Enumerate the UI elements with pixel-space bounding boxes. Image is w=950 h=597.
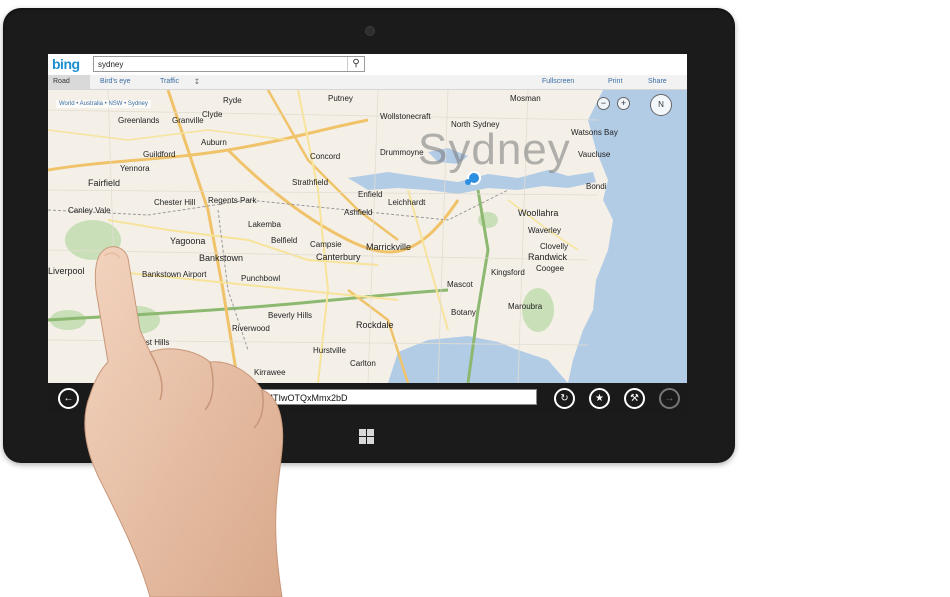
map-place: Liverpool <box>48 266 85 276</box>
map-place: Kingsford <box>491 268 525 277</box>
map-place: Clyde <box>202 110 223 119</box>
search-value: sydney <box>98 60 124 69</box>
map-place: Coogee <box>536 264 565 273</box>
map-place: Campsie <box>310 240 342 249</box>
search-icon[interactable]: ⚲ <box>347 57 364 71</box>
share-button[interactable]: Share <box>648 78 667 85</box>
map-place: Vaucluse <box>578 150 611 159</box>
breadcrumb[interactable]: World • Australia • NSW • Sydney <box>56 100 151 108</box>
bing-logo[interactable]: bing <box>52 56 80 72</box>
birds-eye-button[interactable]: Bird's eye <box>100 78 131 85</box>
map-place: Yennora <box>120 164 150 173</box>
address-url: RM=Z9LH2#Y3A9NDcuNjgwNTAwfi0xMjIuMTIwOTQ… <box>95 393 348 403</box>
map-place: Carlton <box>350 359 376 368</box>
map-place: Hurstville <box>313 346 346 355</box>
map-place: Woollahra <box>518 208 559 218</box>
print-button[interactable]: Print <box>608 78 622 85</box>
map-place: Riverwood <box>232 324 270 333</box>
map-place: Maroubra <box>508 302 543 311</box>
compass-icon[interactable]: N <box>650 94 672 116</box>
camera-icon <box>365 26 375 36</box>
map-place: Rockdale <box>356 320 394 330</box>
download-icon[interactable]: ↧ <box>194 78 200 86</box>
map-place: Concord <box>310 152 341 161</box>
map-place: Ryde <box>223 96 242 105</box>
windows-logo-icon[interactable] <box>359 429 375 445</box>
map-place: Botany <box>451 308 476 317</box>
refresh-icon[interactable]: ↻ <box>554 388 575 409</box>
star-icon[interactable]: ★ <box>589 388 610 409</box>
map-place: Kirrawee <box>254 368 286 377</box>
search-input[interactable]: sydney ⚲ <box>93 56 365 72</box>
map-canvas[interactable]: World • Australia • NSW • Sydney Sydney … <box>48 90 687 383</box>
map-place: Clovelly <box>540 242 569 251</box>
map-place: Regents Park <box>208 196 257 205</box>
map-place: Marrickville <box>366 242 411 252</box>
app-bar: ← RM=Z9LH2#Y3A9NDcuNjgwNTAwfi0xMjIuMTIwO… <box>48 383 687 413</box>
map-toolbar: Road Bird's eye Traffic ↧ Fullscreen Pri… <box>48 75 687 90</box>
map-place: Yagoona <box>170 236 206 246</box>
back-arrow-icon[interactable]: ← <box>58 388 79 409</box>
map-place: Drummoyne <box>380 148 424 157</box>
map-place: Bankstown <box>199 253 244 263</box>
map-place: Guildford <box>143 150 176 159</box>
map-place: North Sydney <box>451 120 500 129</box>
map-place: Putney <box>328 94 353 103</box>
map-place: Fairfield <box>88 178 121 188</box>
map-big-label: Sydney <box>418 125 571 174</box>
tablet-screen: bing sydney ⚲ Road Bird's eye Traffic ↧ … <box>48 54 687 413</box>
map-place: Mascot <box>447 280 473 289</box>
map-place: Punchbowl <box>241 274 281 283</box>
map-place: Canley Vale <box>68 206 111 215</box>
map-place: Leichhardt <box>388 198 426 207</box>
map-place: Beverly Hills <box>268 311 313 320</box>
map-place: Mosman <box>510 94 541 103</box>
map-place: East Hills <box>136 338 170 347</box>
map-place: Watsons Bay <box>571 128 618 137</box>
zoom-in-button[interactable]: + <box>617 97 630 110</box>
map-place: Randwick <box>528 252 568 262</box>
map-place: Auburn <box>201 138 227 147</box>
fullscreen-button[interactable]: Fullscreen <box>542 78 574 85</box>
map-place: Lakemba <box>248 220 281 229</box>
map-place: Wollstonecraft <box>380 112 431 121</box>
map-place: Canterbury <box>316 252 361 262</box>
traffic-button[interactable]: Traffic <box>160 78 179 85</box>
map-place: Waverley <box>528 226 562 235</box>
top-bar: bing sydney ⚲ <box>48 54 687 76</box>
address-bar[interactable]: RM=Z9LH2#Y3A9NDcuNjgwNTAwfi0xMjIuMTIwOTQ… <box>92 389 537 405</box>
map-place: Enfield <box>358 190 383 199</box>
map-place: Granville <box>172 116 204 125</box>
forward-arrow-icon[interactable]: → <box>659 388 680 409</box>
map-place: Strathfield <box>292 178 329 187</box>
map-place: Bankstown Airport <box>142 270 207 279</box>
wrench-icon[interactable]: ⚒ <box>624 388 645 409</box>
map-place: Ashfield <box>344 208 373 217</box>
map-place: Bondi <box>586 182 607 191</box>
map-place: Greenlands <box>118 116 160 125</box>
map-place: Chester Hill <box>154 198 196 207</box>
map-place: Belfield <box>271 236 298 245</box>
road-view-button[interactable]: Road <box>48 75 90 89</box>
zoom-out-button[interactable]: − <box>597 97 610 110</box>
